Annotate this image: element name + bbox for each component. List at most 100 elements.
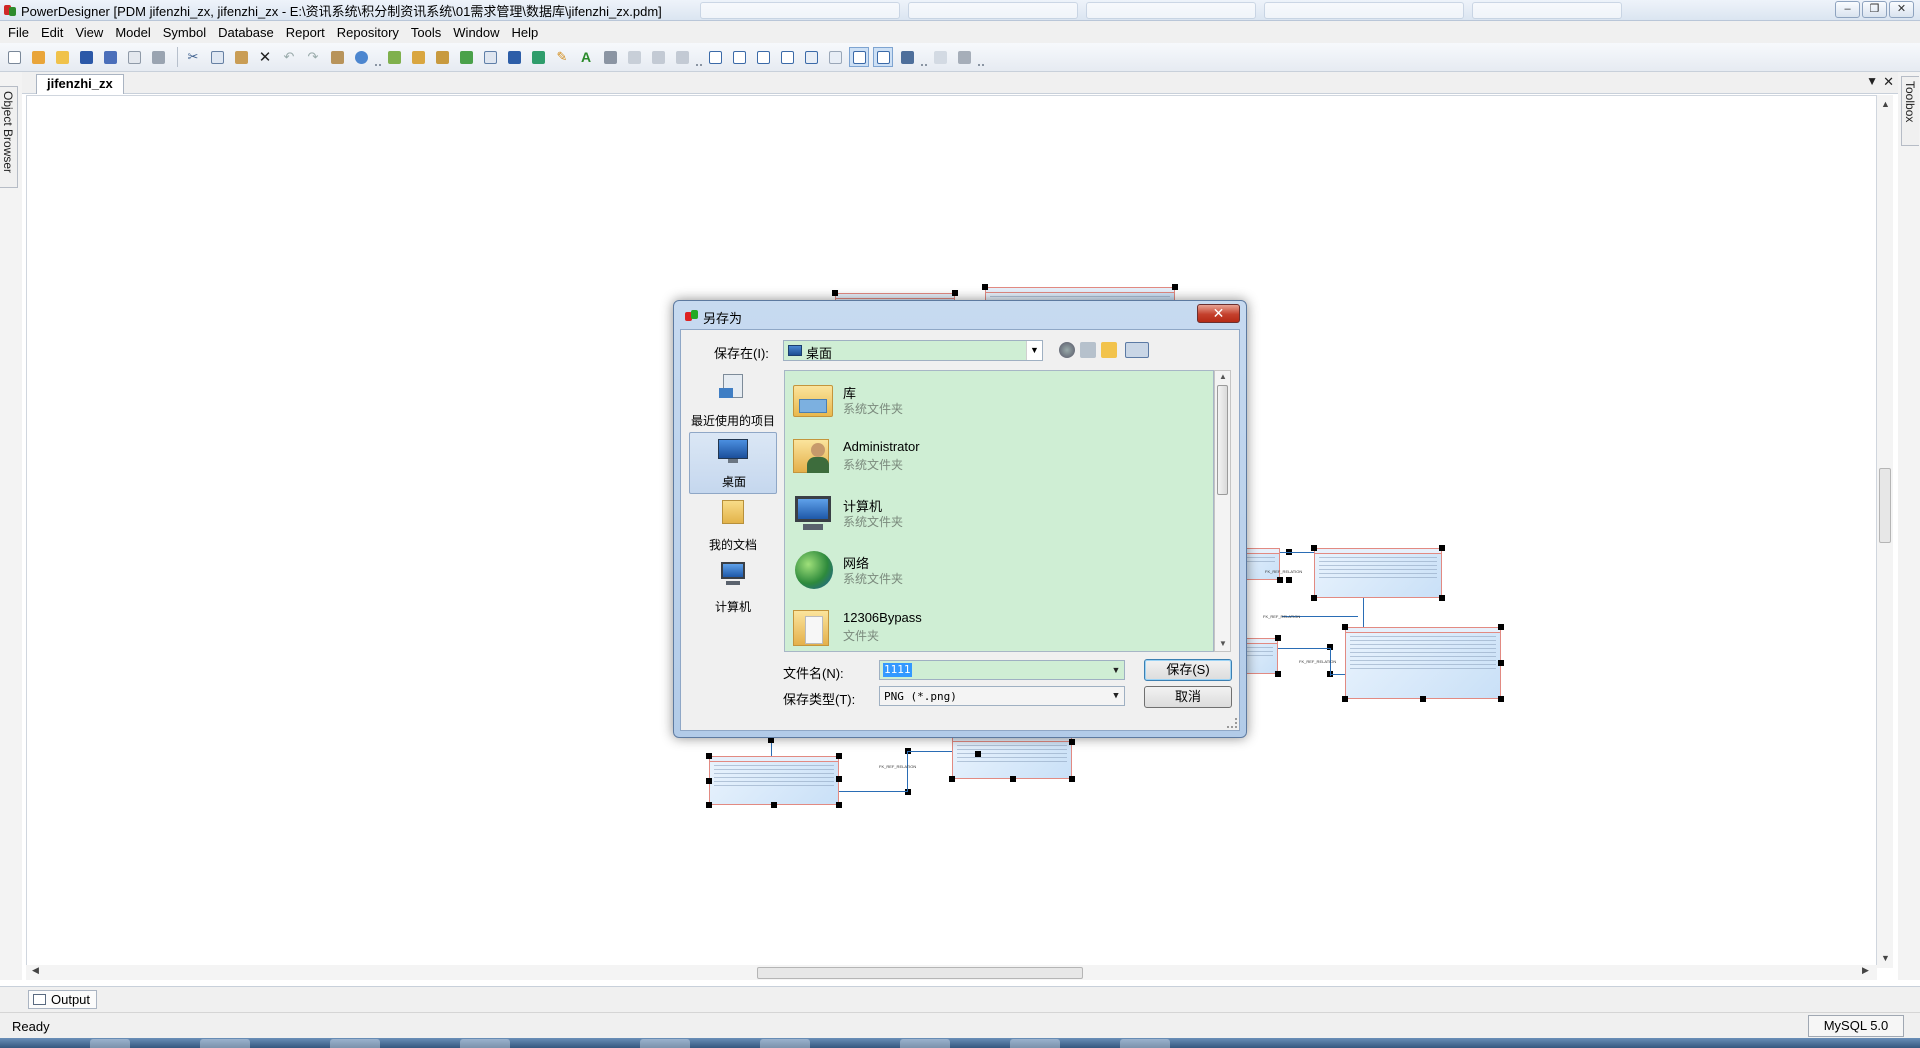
object-browser-tab[interactable]: Object Browser (0, 86, 18, 188)
menu-edit[interactable]: Edit (35, 25, 69, 40)
model-icon[interactable] (384, 47, 404, 67)
zoom-out-icon[interactable] (777, 47, 797, 67)
filetype-dropdown[interactable]: PNG (*.png) ▼ (879, 686, 1125, 706)
scroll-up-arrow-icon[interactable]: ▲ (1219, 372, 1227, 381)
layout-toggle-icon[interactable] (873, 47, 893, 67)
new-folder-icon[interactable] (1101, 342, 1117, 358)
back-arrow-icon[interactable] (1059, 342, 1075, 358)
save-all-icon[interactable] (100, 47, 120, 67)
print-setup-icon[interactable] (954, 47, 974, 67)
file-list-scroll-thumb[interactable] (1217, 385, 1228, 495)
save-button[interactable]: 保存(S) (1144, 659, 1232, 681)
browser-globe-icon[interactable] (351, 47, 371, 67)
open-folder-icon[interactable] (52, 47, 72, 67)
check-model-icon[interactable] (480, 47, 500, 67)
restore-button[interactable]: ❐ (1862, 1, 1887, 18)
table-icon[interactable] (504, 47, 524, 67)
cancel-button[interactable]: 取消 (1144, 686, 1232, 708)
new-icon[interactable] (4, 47, 24, 67)
close-document-icon[interactable]: ✕ (1883, 74, 1894, 90)
horizontal-scroll-thumb[interactable] (757, 967, 1083, 979)
save-icon[interactable] (76, 47, 96, 67)
chevron-down-icon[interactable]: ▼ (1108, 687, 1124, 705)
menu-model[interactable]: Model (109, 25, 156, 40)
scroll-down-arrow-icon[interactable]: ▼ (1219, 639, 1227, 648)
chevron-down-icon[interactable]: ▼ (1108, 661, 1124, 679)
canvas-horizontal-scrollbar[interactable]: ◀ ▶ (26, 965, 1877, 980)
find-icon[interactable] (930, 47, 950, 67)
menu-help[interactable]: Help (506, 25, 545, 40)
canvas-vertical-scrollbar[interactable]: ▲ ▼ (1877, 95, 1893, 968)
scroll-down-arrow-icon[interactable]: ▼ (1881, 953, 1890, 963)
properties-icon[interactable] (327, 47, 347, 67)
forward-icon[interactable] (672, 47, 692, 67)
delete-icon[interactable]: ✕ (255, 47, 275, 67)
copy-icon[interactable] (207, 47, 227, 67)
up-one-level-icon[interactable] (1080, 342, 1096, 358)
zoom-fit-icon[interactable] (729, 47, 749, 67)
generate-icon[interactable] (528, 47, 548, 67)
list-item[interactable]: 计算机 系统文件夹 (785, 484, 1213, 540)
place-computer[interactable]: 计算机 (689, 556, 777, 618)
output-tab[interactable]: Output (28, 990, 98, 1009)
list-view-icon[interactable] (897, 47, 917, 67)
cut-icon[interactable]: ✂ (183, 47, 203, 67)
refresh-icon[interactable] (456, 47, 476, 67)
menu-symbol[interactable]: Symbol (157, 25, 212, 40)
entity-table[interactable] (1314, 548, 1442, 598)
scroll-up-arrow-icon[interactable]: ▲ (1881, 99, 1890, 109)
menu-view[interactable]: View (69, 25, 109, 40)
open-model-icon[interactable] (28, 47, 48, 67)
filename-field[interactable]: 1111 ▼ (879, 660, 1125, 680)
toolbox-tab[interactable]: Toolbox (1901, 76, 1919, 146)
zoom-page-icon[interactable] (705, 47, 725, 67)
dialog-close-button[interactable]: ✕ (1197, 304, 1240, 323)
diagram-icon[interactable] (432, 47, 452, 67)
save-in-dropdown[interactable]: 桌面 ▼ (783, 340, 1043, 361)
zoom-in-icon[interactable] (753, 47, 773, 67)
place-documents[interactable]: 我的文档 (689, 494, 777, 556)
print-icon[interactable] (148, 47, 168, 67)
tab-list-dropdown-icon[interactable]: ▼ (1866, 74, 1878, 88)
resize-grip-icon[interactable] (1227, 718, 1237, 728)
next-view-icon[interactable] (825, 47, 845, 67)
minimize-button[interactable]: – (1835, 1, 1860, 18)
menu-window[interactable]: Window (447, 25, 505, 40)
grid-toggle-icon[interactable] (849, 47, 869, 67)
list-item[interactable]: 库 系统文件夹 (785, 371, 1213, 427)
print-preview-icon[interactable] (124, 47, 144, 67)
menu-report[interactable]: Report (280, 25, 331, 40)
back-icon[interactable] (648, 47, 668, 67)
vertical-scroll-thumb[interactable] (1879, 468, 1891, 543)
place-recent-items[interactable]: 最近使用的项目 (689, 370, 777, 432)
undo-icon[interactable]: ↶ (279, 47, 299, 67)
pencil-icon[interactable]: ✎ (552, 47, 572, 67)
menu-file[interactable]: File (2, 25, 35, 40)
tab-jifenzhi-zx[interactable]: jifenzhi_zx (36, 74, 124, 94)
entity-table[interactable] (709, 756, 839, 805)
reverse-engineer-icon[interactable] (600, 47, 620, 67)
package-icon[interactable] (408, 47, 428, 67)
file-list-scrollbar[interactable]: ▲ ▼ (1214, 370, 1231, 652)
view-menu-icon[interactable] (1125, 342, 1149, 358)
filename-value: 1111 (883, 663, 912, 677)
entity-table[interactable] (1345, 627, 1501, 699)
menu-repository[interactable]: Repository (331, 25, 405, 40)
redo-icon[interactable]: ↷ (303, 47, 323, 67)
file-list[interactable]: 库 系统文件夹 Administrator 系统文件夹 计算机 系统文件夹 网络… (784, 370, 1214, 652)
scroll-left-arrow-icon[interactable]: ◀ (32, 965, 39, 976)
close-window-button[interactable]: ✕ (1889, 1, 1914, 18)
compare-icon[interactable] (624, 47, 644, 67)
paste-icon[interactable] (231, 47, 251, 67)
previous-view-icon[interactable] (801, 47, 821, 67)
scroll-right-arrow-icon[interactable]: ▶ (1862, 965, 1869, 976)
menu-database[interactable]: Database (212, 25, 280, 40)
place-desktop[interactable]: 桌面 (689, 432, 777, 494)
list-item[interactable]: 网络 系统文件夹 (785, 541, 1213, 597)
menu-tools[interactable]: Tools (405, 25, 447, 40)
list-item[interactable]: 12306Bypass 文件夹 (785, 598, 1213, 651)
entity-table[interactable] (952, 736, 1072, 779)
text-tool-icon[interactable]: A (576, 47, 596, 67)
list-item[interactable]: Administrator 系统文件夹 (785, 427, 1213, 483)
chevron-down-icon[interactable]: ▼ (1026, 341, 1042, 360)
